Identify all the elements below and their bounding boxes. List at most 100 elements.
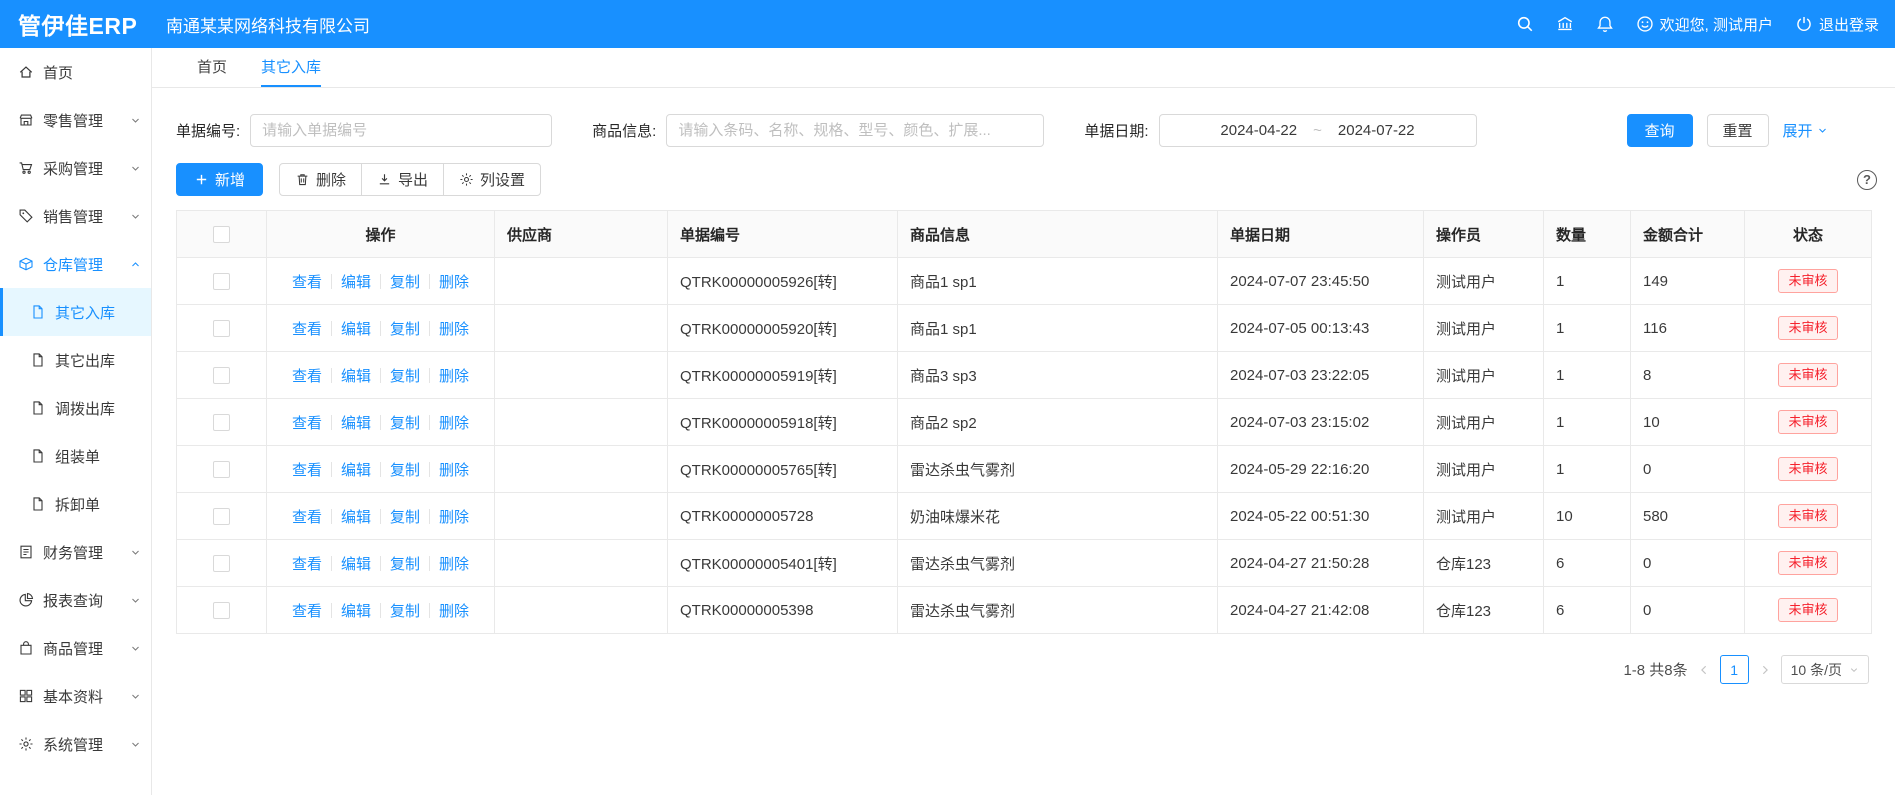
row-action-delete[interactable]: 删除 bbox=[439, 556, 469, 573]
sidebar-item-retail[interactable]: 零售管理 bbox=[0, 96, 151, 144]
sidebar-item-purchase[interactable]: 采购管理 bbox=[0, 144, 151, 192]
tab-other-inbound[interactable]: 其它入库 bbox=[261, 48, 321, 87]
row-action-edit[interactable]: 编辑 bbox=[341, 556, 371, 573]
date-from[interactable]: 2024-04-22 bbox=[1220, 122, 1297, 139]
search-button[interactable]: 查询 bbox=[1627, 114, 1693, 147]
prev-page-icon[interactable] bbox=[1698, 664, 1710, 676]
bell-icon[interactable] bbox=[1596, 15, 1614, 33]
sidebar-item-home[interactable]: 首页 bbox=[0, 48, 151, 96]
sidebar-item-product[interactable]: 商品管理 bbox=[0, 624, 151, 672]
date-to[interactable]: 2024-07-22 bbox=[1338, 122, 1415, 139]
logout-button[interactable]: 退出登录 bbox=[1795, 14, 1879, 35]
user-menu[interactable]: 欢迎您, 测试用户 bbox=[1636, 14, 1773, 35]
row-action-delete[interactable]: 删除 bbox=[439, 415, 469, 432]
row-action-edit[interactable]: 编辑 bbox=[341, 462, 371, 479]
row-action-edit[interactable]: 编辑 bbox=[341, 603, 371, 620]
export-button[interactable]: 导出 bbox=[361, 163, 444, 196]
row-action-edit[interactable]: 编辑 bbox=[341, 415, 371, 432]
row-action-edit[interactable]: 编辑 bbox=[341, 321, 371, 338]
row-action-copy[interactable]: 复制 bbox=[390, 274, 420, 291]
row-action-view[interactable]: 查看 bbox=[292, 321, 322, 338]
row-action-copy[interactable]: 复制 bbox=[390, 462, 420, 479]
sidebar-subitem-disassembly-order[interactable]: 拆卸单 bbox=[0, 480, 151, 528]
chevron-down-icon bbox=[130, 115, 141, 126]
row-action-view[interactable]: 查看 bbox=[292, 274, 322, 291]
row-action-delete[interactable]: 删除 bbox=[439, 509, 469, 526]
sidebar-item-report[interactable]: 报表查询 bbox=[0, 576, 151, 624]
search-icon[interactable] bbox=[1516, 15, 1534, 33]
row-actions-cell: 查看 编辑 复制 删除 bbox=[267, 446, 495, 493]
add-button[interactable]: 新增 bbox=[176, 163, 263, 196]
sidebar-subitem-other-inbound[interactable]: 其它入库 bbox=[0, 288, 151, 336]
row-checkbox[interactable] bbox=[213, 273, 230, 290]
delete-label: 删除 bbox=[316, 169, 346, 190]
current-page[interactable]: 1 bbox=[1720, 655, 1749, 684]
row-checkbox[interactable] bbox=[213, 508, 230, 525]
row-actions-cell: 查看 编辑 复制 删除 bbox=[267, 493, 495, 540]
cell-product-info: 奶油味爆米花 bbox=[898, 493, 1218, 540]
row-action-copy[interactable]: 复制 bbox=[390, 321, 420, 338]
row-checkbox[interactable] bbox=[213, 320, 230, 337]
row-action-view[interactable]: 查看 bbox=[292, 462, 322, 479]
sidebar-item-sales[interactable]: 销售管理 bbox=[0, 192, 151, 240]
sidebar-item-finance[interactable]: 财务管理 bbox=[0, 528, 151, 576]
row-action-edit[interactable]: 编辑 bbox=[341, 274, 371, 291]
row-action-delete[interactable]: 删除 bbox=[439, 462, 469, 479]
row-checkbox[interactable] bbox=[213, 367, 230, 384]
row-action-view[interactable]: 查看 bbox=[292, 603, 322, 620]
row-action-delete[interactable]: 删除 bbox=[439, 274, 469, 291]
tab-home[interactable]: 首页 bbox=[197, 48, 227, 87]
bill-no-input[interactable] bbox=[250, 114, 552, 147]
row-action-view[interactable]: 查看 bbox=[292, 415, 322, 432]
row-action-copy[interactable]: 复制 bbox=[390, 415, 420, 432]
row-action-edit[interactable]: 编辑 bbox=[341, 509, 371, 526]
row-action-copy[interactable]: 复制 bbox=[390, 509, 420, 526]
row-action-delete[interactable]: 删除 bbox=[439, 368, 469, 385]
row-action-copy[interactable]: 复制 bbox=[390, 556, 420, 573]
row-checkbox[interactable] bbox=[213, 555, 230, 572]
sidebar-subitem-assembly-order[interactable]: 组装单 bbox=[0, 432, 151, 480]
bill-date-label: 单据日期: bbox=[1084, 120, 1148, 141]
row-action-view[interactable]: 查看 bbox=[292, 368, 322, 385]
column-settings-button[interactable]: 列设置 bbox=[443, 163, 541, 196]
expand-toggle[interactable]: 展开 bbox=[1783, 120, 1828, 141]
help-icon[interactable]: ? bbox=[1857, 170, 1877, 190]
row-checkbox[interactable] bbox=[213, 461, 230, 478]
row-action-edit[interactable]: 编辑 bbox=[341, 368, 371, 385]
cell-product-info: 商品3 sp3 bbox=[898, 352, 1218, 399]
reset-button[interactable]: 重置 bbox=[1707, 114, 1769, 147]
row-action-view[interactable]: 查看 bbox=[292, 556, 322, 573]
select-all-checkbox[interactable] bbox=[213, 226, 230, 243]
row-action-delete[interactable]: 删除 bbox=[439, 603, 469, 620]
sidebar-subitem-label: 其它出库 bbox=[55, 350, 141, 371]
sidebar-item-basic-data[interactable]: 基本资料 bbox=[0, 672, 151, 720]
action-divider bbox=[380, 556, 381, 571]
delete-button[interactable]: 删除 bbox=[279, 163, 362, 196]
next-page-icon[interactable] bbox=[1759, 664, 1771, 676]
table-row: 查看编辑复制删除QTRK00000005728奶油味爆米花2024-05-22 … bbox=[177, 493, 1872, 540]
status-badge: 未审核 bbox=[1778, 410, 1837, 434]
cell-status: 未审核 bbox=[1745, 305, 1872, 352]
export-icon bbox=[377, 172, 392, 187]
row-checkbox[interactable] bbox=[213, 602, 230, 619]
row-action-view[interactable]: 查看 bbox=[292, 509, 322, 526]
sidebar-subitem-transfer-outbound[interactable]: 调拨出库 bbox=[0, 384, 151, 432]
table-row: 查看编辑复制删除QTRK00000005920[转]商品1 sp12024-07… bbox=[177, 305, 1872, 352]
column-settings-label: 列设置 bbox=[480, 169, 525, 190]
row-action-copy[interactable]: 复制 bbox=[390, 603, 420, 620]
date-range-picker[interactable]: 2024-04-22 ~ 2024-07-22 bbox=[1159, 114, 1477, 147]
sidebar-item-system[interactable]: 系统管理 bbox=[0, 720, 151, 768]
product-info-input[interactable] bbox=[666, 114, 1044, 147]
action-divider bbox=[429, 368, 430, 383]
sidebar-subitem-other-outbound[interactable]: 其它出库 bbox=[0, 336, 151, 384]
page-size-select[interactable]: 10 条/页 bbox=[1781, 655, 1869, 684]
row-action-delete[interactable]: 删除 bbox=[439, 321, 469, 338]
action-divider bbox=[380, 274, 381, 289]
bank-icon[interactable] bbox=[1556, 15, 1574, 33]
filter-bill-date: 单据日期: 2024-04-22 ~ 2024-07-22 bbox=[1084, 114, 1476, 147]
row-action-copy[interactable]: 复制 bbox=[390, 368, 420, 385]
chevron-down-icon bbox=[130, 739, 141, 750]
sidebar-item-label: 报表查询 bbox=[43, 590, 126, 611]
row-checkbox[interactable] bbox=[213, 414, 230, 431]
sidebar-item-warehouse[interactable]: 仓库管理 bbox=[0, 240, 151, 288]
